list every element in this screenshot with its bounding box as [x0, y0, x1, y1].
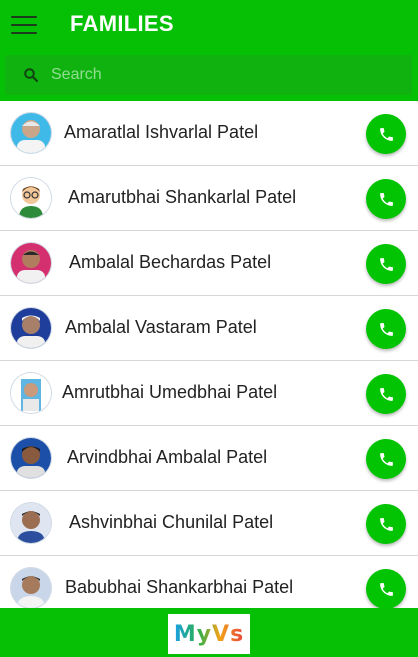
phone-icon — [379, 517, 393, 531]
avatar — [11, 373, 51, 413]
call-button[interactable] — [366, 309, 406, 349]
avatar — [11, 113, 51, 153]
avatar — [11, 503, 51, 543]
list-item[interactable]: Ambalal Bechardas Patel — [0, 231, 418, 296]
brand-logo: MyVs — [168, 614, 250, 654]
menu-line — [11, 32, 37, 34]
call-button[interactable] — [366, 504, 406, 544]
family-name: Amarutbhai Shankarlal Patel — [68, 187, 297, 207]
call-button[interactable] — [366, 374, 406, 414]
family-name: Ambalal Bechardas Patel — [69, 252, 272, 272]
phone-icon — [379, 387, 393, 401]
list-item[interactable]: Babubhai Shankarbhai Patel — [0, 556, 418, 608]
logo-text: MyVs — [173, 621, 245, 647]
list-item[interactable]: Ambalal Vastaram Patel — [0, 296, 418, 361]
app-bar: FAMILIES — [0, 0, 418, 101]
call-button[interactable] — [366, 569, 406, 608]
phone-icon — [379, 127, 393, 141]
phone-icon — [379, 452, 393, 466]
family-name: Babubhai Shankarbhai Patel — [65, 577, 294, 597]
family-name: Ashvinbhai Chunilal Patel — [69, 512, 274, 532]
avatar — [11, 308, 51, 348]
family-name: Amaratlal Ishvarlal Patel — [64, 122, 259, 142]
menu-line — [11, 16, 37, 18]
page-title: FAMILIES — [70, 11, 174, 36]
list-item[interactable]: Ashvinbhai Chunilal Patel — [0, 491, 418, 556]
avatar — [11, 243, 51, 283]
family-name: Arvindbhai Ambalal Patel — [67, 447, 268, 467]
family-name: Ambalal Vastaram Patel — [65, 317, 257, 337]
avatar — [11, 438, 51, 478]
call-button[interactable] — [366, 179, 406, 219]
search-bar[interactable] — [5, 55, 412, 95]
phone-icon — [379, 192, 393, 206]
avatar — [11, 568, 51, 608]
call-button[interactable] — [366, 114, 406, 154]
phone-icon — [379, 322, 393, 336]
phone-icon — [379, 582, 393, 596]
list-item[interactable]: Amaratlal Ishvarlal Patel — [0, 101, 418, 166]
search-icon — [24, 68, 39, 83]
avatar — [11, 178, 51, 218]
call-button[interactable] — [366, 244, 406, 284]
footer-bar: MyVs — [0, 608, 418, 657]
call-button[interactable] — [366, 439, 406, 479]
list-item[interactable]: Amrutbhai Umedbhai Patel — [0, 361, 418, 426]
search-input[interactable] — [51, 55, 391, 95]
hamburger-menu-icon[interactable] — [10, 14, 38, 36]
phone-icon — [379, 257, 393, 271]
menu-line — [11, 24, 37, 26]
list-item[interactable]: Arvindbhai Ambalal Patel — [0, 426, 418, 491]
families-list: Amaratlal Ishvarlal Patel Amarutbhai Sha… — [0, 101, 418, 608]
list-item[interactable]: Amarutbhai Shankarlal Patel — [0, 166, 418, 231]
family-name: Amrutbhai Umedbhai Patel — [62, 382, 278, 402]
